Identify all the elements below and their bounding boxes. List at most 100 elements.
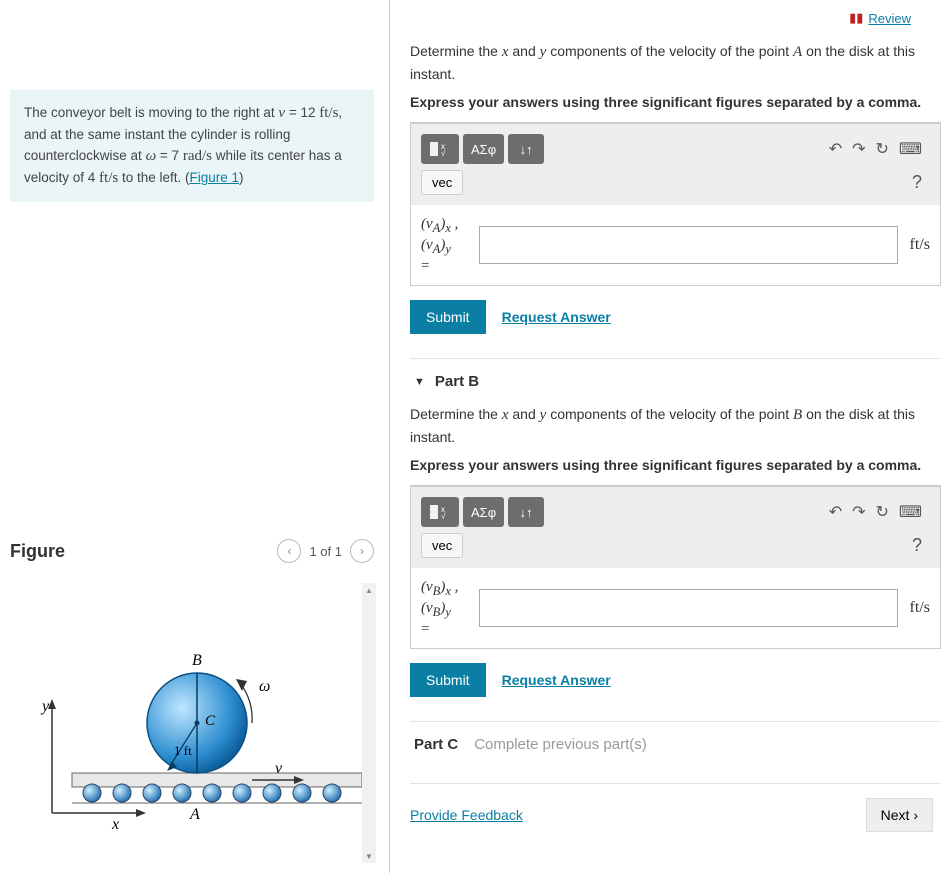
qb-post: components of the velocity of the point bbox=[546, 406, 793, 422]
ps-text: The conveyor belt is moving to the right… bbox=[24, 105, 278, 120]
template-icon: x√ bbox=[429, 141, 451, 157]
figure-title: Figure bbox=[10, 541, 65, 562]
ps-close: ) bbox=[239, 170, 244, 185]
qb-x: x bbox=[502, 407, 509, 423]
qa-pre: Determine the bbox=[410, 43, 502, 59]
partB-header[interactable]: ▼ Part B bbox=[410, 358, 941, 404]
figure-scrollbar[interactable]: ▲ ▼ bbox=[362, 583, 376, 863]
qb-and: and bbox=[509, 406, 540, 422]
ps-w-unit: rad/s bbox=[183, 148, 212, 164]
partA-question: Determine the x and y components of the … bbox=[410, 41, 941, 85]
partB-request-answer[interactable]: Request Answer bbox=[502, 672, 611, 688]
partA-instruction: Express your answers using three signifi… bbox=[410, 93, 941, 113]
template-button[interactable]: x√ bbox=[421, 134, 459, 164]
axis-x-label: x bbox=[111, 816, 119, 833]
qa-post: components of the velocity of the point bbox=[546, 43, 793, 59]
ps-v-unit: ft/s bbox=[319, 105, 338, 121]
review-link[interactable]: ▮▮ Review bbox=[410, 10, 941, 26]
problem-statement: The conveyor belt is moving to the right… bbox=[10, 90, 374, 202]
partA-eq: = bbox=[421, 257, 471, 275]
next-label: Next bbox=[881, 807, 910, 823]
left-panel: The conveyor belt is moving to the right… bbox=[0, 0, 390, 873]
label-omega: ω bbox=[259, 678, 270, 695]
ps-w-sym: ω bbox=[146, 148, 157, 164]
figure-next-button[interactable]: › bbox=[350, 539, 374, 563]
axis-y-label: y bbox=[40, 698, 50, 715]
figure-link[interactable]: Figure 1 bbox=[190, 170, 240, 185]
ps-tail: to the left. ( bbox=[118, 170, 189, 185]
subscript-button-b[interactable]: ↓↑ bbox=[508, 497, 544, 527]
figure-area: y x bbox=[10, 583, 374, 873]
partB-unit: ft/s bbox=[910, 599, 930, 617]
keyboard-icon[interactable]: ⌨ bbox=[899, 139, 922, 159]
keyboard-icon-b[interactable]: ⌨ bbox=[899, 502, 922, 522]
partB-toolbar: x√ ΑΣφ ↓↑ ↶ ↷ ↻ ⌨ vec bbox=[411, 487, 940, 568]
figure-svg: y x bbox=[22, 583, 362, 843]
partA-submit-button[interactable]: Submit bbox=[410, 300, 486, 334]
vec-button-b[interactable]: vec bbox=[421, 533, 463, 558]
partC-locked-text: Complete previous part(s) bbox=[474, 736, 647, 753]
partB-answer-input[interactable] bbox=[479, 589, 898, 627]
help-icon[interactable]: ? bbox=[912, 172, 930, 193]
figure-heading-row: Figure ‹ 1 of 1 › bbox=[10, 529, 374, 563]
figure-pager-text: 1 of 1 bbox=[309, 544, 342, 559]
qb-pt: B bbox=[793, 407, 802, 423]
partA-varlabel: (vA)x , (vA)y = bbox=[421, 215, 471, 275]
scroll-down-icon[interactable]: ▼ bbox=[362, 849, 376, 863]
label-C: C bbox=[205, 713, 216, 729]
label-radius: 1 ft bbox=[174, 743, 192, 758]
partB-title: Part B bbox=[435, 373, 479, 390]
provide-feedback-link[interactable]: Provide Feedback bbox=[410, 807, 523, 823]
redo-icon-b[interactable]: ↷ bbox=[852, 502, 865, 522]
figure-prev-button[interactable]: ‹ bbox=[277, 539, 301, 563]
partB-varlabel: (vB)x , (vB)y = bbox=[421, 578, 471, 638]
partA-answer-box: x√ ΑΣφ ↓↑ ↶ ↷ ↻ ⌨ vec bbox=[410, 122, 941, 286]
vec-button[interactable]: vec bbox=[421, 170, 463, 195]
greek-button[interactable]: ΑΣφ bbox=[463, 134, 504, 164]
ps-c-unit: ft/s bbox=[99, 170, 118, 186]
help-icon-b[interactable]: ? bbox=[912, 535, 930, 556]
arrows-icon: ↓↑ bbox=[520, 505, 533, 520]
flag-icon: ▮▮ bbox=[849, 10, 863, 26]
partC-title: Part C bbox=[414, 736, 458, 753]
undo-icon-b[interactable]: ↶ bbox=[829, 502, 842, 522]
reset-icon-b[interactable]: ↻ bbox=[876, 502, 889, 522]
figure-pager: ‹ 1 of 1 › bbox=[277, 539, 374, 563]
partA-answer-input[interactable] bbox=[479, 226, 898, 264]
reset-icon[interactable]: ↻ bbox=[876, 139, 889, 159]
partA-request-answer[interactable]: Request Answer bbox=[502, 309, 611, 325]
scroll-up-icon[interactable]: ▲ bbox=[362, 583, 376, 597]
label-B: B bbox=[192, 652, 202, 669]
partB-eq: = bbox=[421, 620, 471, 638]
review-text: Review bbox=[868, 11, 911, 26]
template-button-b[interactable]: x√ bbox=[421, 497, 459, 527]
greek-button-b[interactable]: ΑΣφ bbox=[463, 497, 504, 527]
partB-input-row: (vB)x , (vB)y = ft/s bbox=[411, 568, 940, 648]
caret-down-icon: ▼ bbox=[414, 376, 425, 388]
ps-v-sym: v bbox=[278, 105, 285, 121]
ps-w-eq: = 7 bbox=[160, 148, 183, 163]
svg-text:√: √ bbox=[441, 149, 446, 157]
arrows-icon: ↓↑ bbox=[520, 142, 533, 157]
subscript-button[interactable]: ↓↑ bbox=[508, 134, 544, 164]
svg-text:√: √ bbox=[441, 512, 446, 520]
partB-instruction: Express your answers using three signifi… bbox=[410, 456, 941, 476]
partB-submit-button[interactable]: Submit bbox=[410, 663, 486, 697]
partA-toolbar: x√ ΑΣφ ↓↑ ↶ ↷ ↻ ⌨ vec bbox=[411, 124, 940, 205]
bottom-row: Provide Feedback Next › bbox=[410, 783, 941, 832]
label-v: v bbox=[275, 760, 283, 777]
qa-and: and bbox=[509, 43, 540, 59]
partC-header[interactable]: Part C Complete previous part(s) bbox=[410, 721, 941, 767]
partA-input-row: (vA)x , (vA)y = ft/s bbox=[411, 205, 940, 285]
qb-pre: Determine the bbox=[410, 406, 502, 422]
right-panel: ▮▮ Review Determine the x and y componen… bbox=[390, 0, 941, 873]
partB-question: Determine the x and y components of the … bbox=[410, 404, 941, 448]
qa-x: x bbox=[502, 44, 509, 60]
chevron-right-icon: › bbox=[913, 807, 918, 823]
redo-icon[interactable]: ↷ bbox=[852, 139, 865, 159]
ps-v-eq: = 12 bbox=[289, 105, 319, 120]
partB-answer-box: x√ ΑΣφ ↓↑ ↶ ↷ ↻ ⌨ vec bbox=[410, 485, 941, 649]
undo-icon[interactable]: ↶ bbox=[829, 139, 842, 159]
label-A: A bbox=[189, 806, 200, 823]
next-button[interactable]: Next › bbox=[866, 798, 933, 832]
